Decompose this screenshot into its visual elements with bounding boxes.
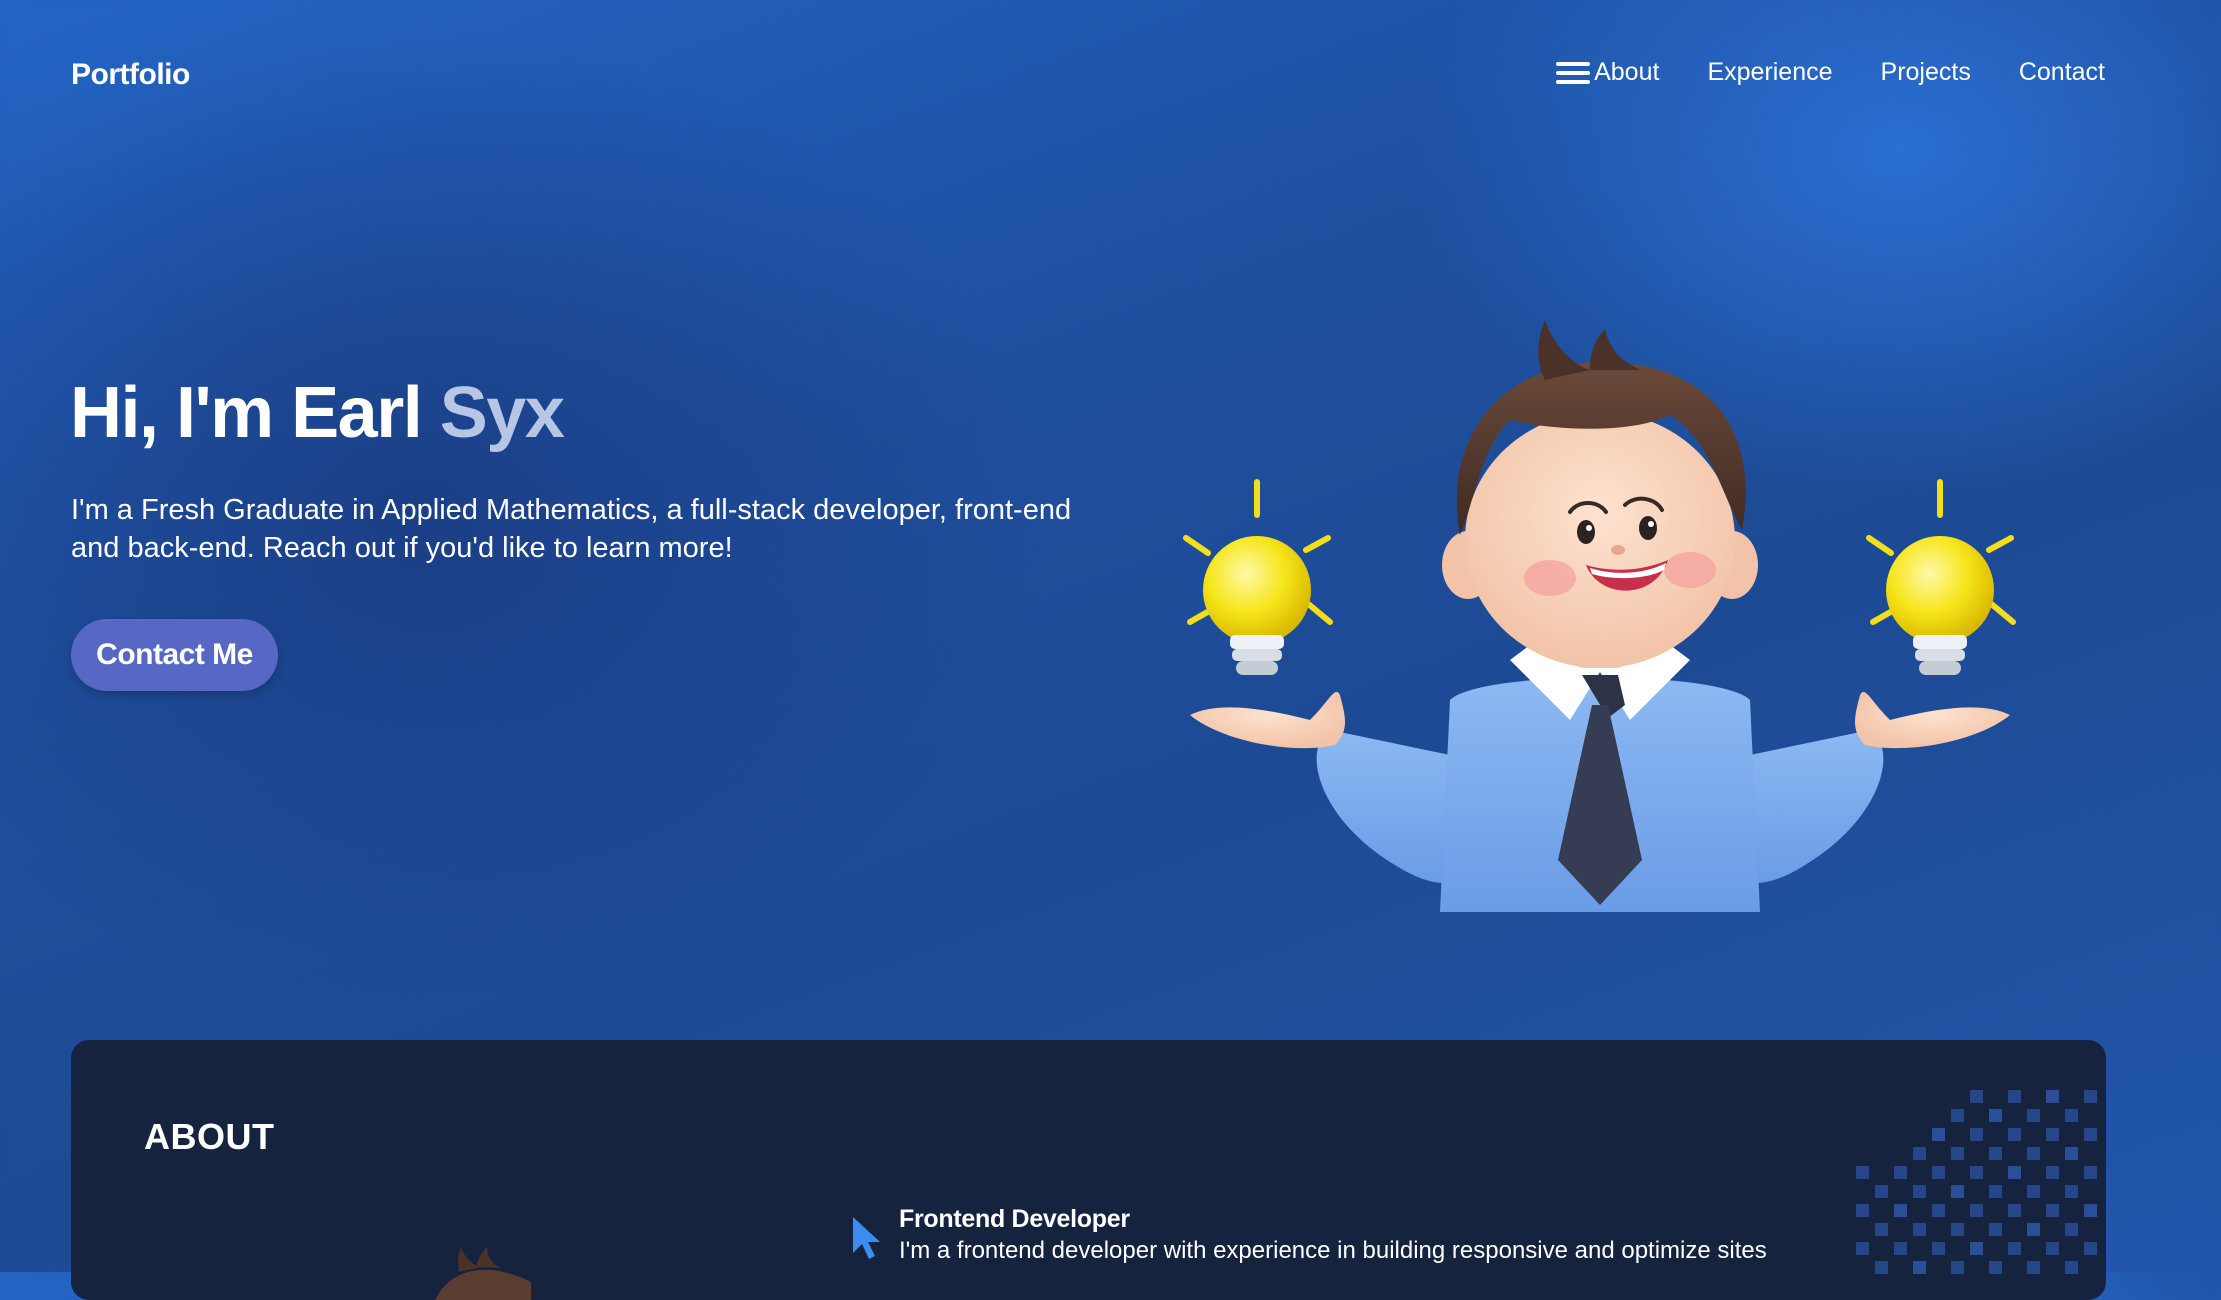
pixel-square (1951, 1185, 1964, 1198)
hero-name-accent: Syx (439, 373, 565, 453)
about-item-title: Frontend Developer (899, 1205, 1130, 1233)
pixel-square (2065, 1109, 2078, 1122)
pixel-square (2027, 1147, 2040, 1160)
pixel-square (1856, 1166, 1869, 1179)
pixel-square (1894, 1204, 1907, 1217)
pixel-square (1894, 1166, 1907, 1179)
pixel-square (1913, 1223, 1926, 1236)
pixel-square (1989, 1147, 2002, 1160)
cursor-icon (853, 1217, 880, 1259)
contact-me-button[interactable]: Contact Me (71, 619, 278, 691)
pixel-square (2046, 1204, 2059, 1217)
pixel-square (2008, 1090, 2021, 1103)
pixel-square (2008, 1128, 2021, 1141)
pixel-square (2065, 1223, 2078, 1236)
pixel-square (1856, 1242, 1869, 1255)
pixel-square (2008, 1242, 2021, 1255)
pixel-square (2027, 1261, 2040, 1274)
pixel-square (2008, 1204, 2021, 1217)
pixel-square (1875, 1261, 1888, 1274)
pixel-square (1951, 1109, 1964, 1122)
nav-link-experience[interactable]: Experience (1707, 58, 1832, 87)
pixel-square (1970, 1128, 1983, 1141)
pixel-square (1970, 1242, 1983, 1255)
about-section: ABOUT Frontend Developer I'm a frontend … (71, 1040, 2106, 1300)
lightbulb-left-icon (1183, 479, 1333, 675)
pixel-square (1970, 1090, 1983, 1103)
avatar-hair-partial (435, 1247, 531, 1300)
pixel-square (1913, 1261, 1926, 1274)
developer-with-lightbulbs-illustration (1183, 320, 2016, 912)
pixel-square (2046, 1090, 2059, 1103)
pixel-square (1989, 1261, 2002, 1274)
pixel-square (2046, 1242, 2059, 1255)
about-title: ABOUT (144, 1116, 275, 1157)
pixel-square (1970, 1204, 1983, 1217)
pixel-square (1970, 1166, 1983, 1179)
pixel-square (2084, 1090, 2097, 1103)
nav-link-about[interactable]: About (1594, 58, 1659, 87)
hamburger-icon[interactable] (1556, 60, 1591, 86)
pixel-square (1894, 1242, 1907, 1255)
pixel-square (1932, 1242, 1945, 1255)
about-item-description: I'm a frontend developer with experience… (899, 1237, 1767, 1264)
nav-link-contact[interactable]: Contact (2019, 58, 2105, 87)
hero-greeting: Hi, I'm Earl (70, 373, 440, 453)
pixel-square (2027, 1109, 2040, 1122)
pixel-square (2065, 1185, 2078, 1198)
pixel-square (2065, 1261, 2078, 1274)
pixel-square (1913, 1185, 1926, 1198)
hero-description: I'm a Fresh Graduate in Applied Mathemat… (71, 494, 1072, 564)
pixel-square (1932, 1166, 1945, 1179)
pixel-square (2027, 1185, 2040, 1198)
pixel-square (1932, 1204, 1945, 1217)
pixel-square (1951, 1223, 1964, 1236)
pixel-square (1932, 1128, 1945, 1141)
pixel-pattern-decoration (1856, 1090, 2097, 1274)
pixel-square (2084, 1128, 2097, 1141)
pixel-square (1951, 1147, 1964, 1160)
pixel-square (1989, 1109, 2002, 1122)
nav-item-about-group: About (1556, 58, 1659, 87)
pixel-square (2084, 1204, 2097, 1217)
pixel-square (2084, 1166, 2097, 1179)
pixel-square (1989, 1223, 2002, 1236)
nav-logo[interactable]: Portfolio (71, 58, 190, 92)
hero-title: Hi, I'm Earl Syx (70, 372, 565, 454)
pixel-square (1875, 1223, 1888, 1236)
pixel-square (1875, 1185, 1888, 1198)
lightbulb-right-icon (1866, 479, 2016, 675)
pixel-square (1951, 1261, 1964, 1274)
pixel-square (2065, 1147, 2078, 1160)
pixel-square (2046, 1128, 2059, 1141)
nav-link-projects[interactable]: Projects (1881, 58, 1971, 87)
pixel-square (2027, 1223, 2040, 1236)
main-nav: About Experience Projects Contact (1556, 58, 2105, 87)
pixel-square (2008, 1166, 2021, 1179)
pixel-square (1856, 1204, 1869, 1217)
pixel-square (1913, 1147, 1926, 1160)
pixel-square (1989, 1185, 2002, 1198)
pixel-square (2046, 1166, 2059, 1179)
pixel-square (2084, 1242, 2097, 1255)
